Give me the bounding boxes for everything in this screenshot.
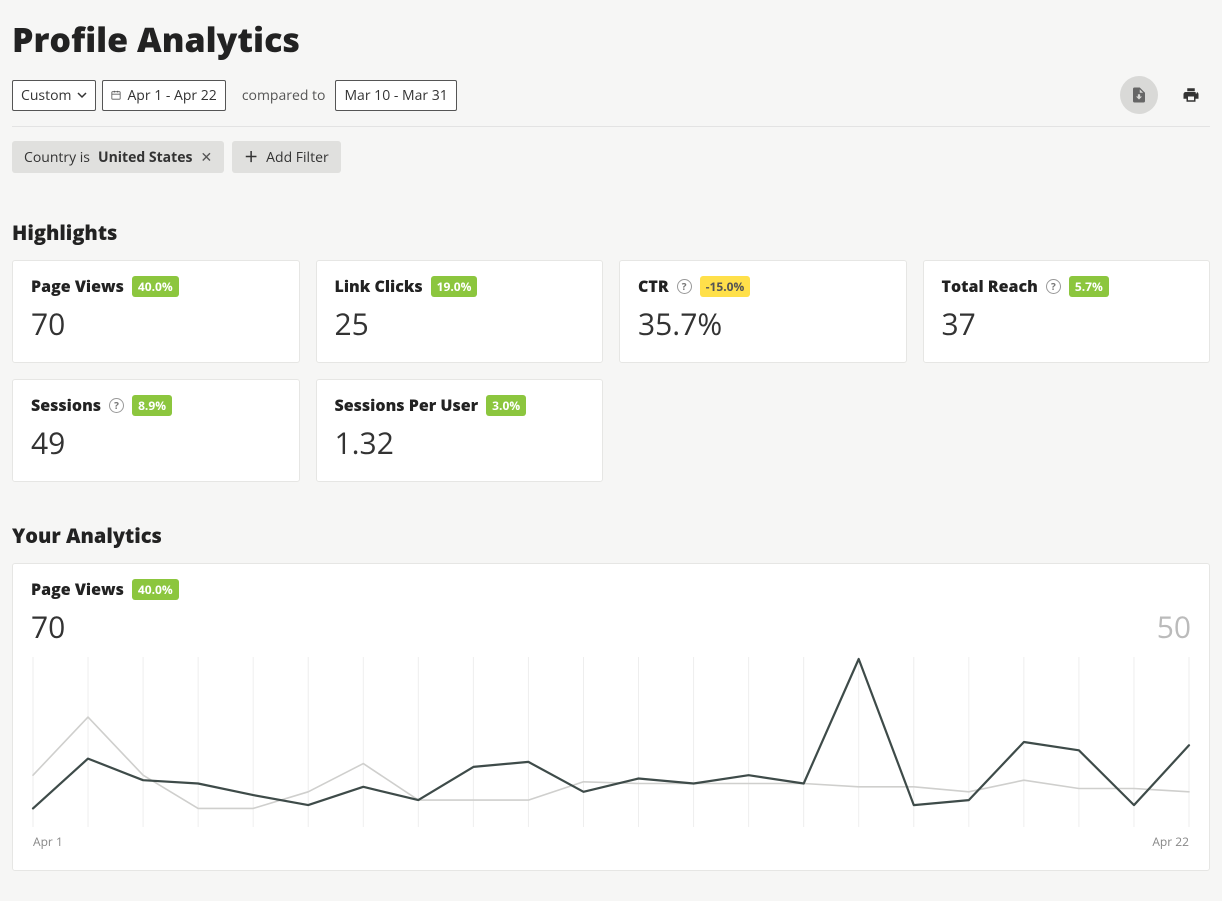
card-total-reach[interactable]: Total Reach ? 5.7% 37 bbox=[923, 260, 1211, 363]
delta-badge: 5.7% bbox=[1069, 276, 1109, 297]
help-icon[interactable]: ? bbox=[109, 398, 124, 413]
date-range-picker[interactable]: Apr 1 - Apr 22 bbox=[102, 80, 225, 111]
help-icon[interactable]: ? bbox=[1046, 279, 1061, 294]
card-page-views[interactable]: Page Views 40.0% 70 bbox=[12, 260, 300, 363]
delta-badge: -15.0% bbox=[700, 276, 751, 297]
close-icon[interactable]: ✕ bbox=[200, 148, 212, 167]
card-title-label: Page Views bbox=[31, 275, 124, 297]
card-link-clicks[interactable]: Link Clicks 19.0% 25 bbox=[316, 260, 604, 363]
chart-x-start: Apr 1 bbox=[33, 833, 63, 850]
date-range-select-label: Custom bbox=[21, 86, 71, 105]
date-range-select[interactable]: Custom bbox=[12, 80, 96, 111]
card-value: 25 bbox=[335, 303, 585, 344]
card-title-label: Total Reach bbox=[942, 275, 1038, 297]
card-sessions[interactable]: Sessions ? 8.9% 49 bbox=[12, 379, 300, 482]
delta-badge: 3.0% bbox=[486, 395, 526, 416]
card-title-label: Sessions Per User bbox=[335, 394, 479, 416]
panel-value-compare: 50 bbox=[1157, 606, 1191, 647]
card-sessions-per-user[interactable]: Sessions Per User 3.0% 1.32 bbox=[316, 379, 604, 482]
card-title-label: Sessions bbox=[31, 394, 101, 416]
delta-badge: 8.9% bbox=[132, 395, 172, 416]
chart-x-end: Apr 22 bbox=[1152, 833, 1189, 850]
filter-chip-country[interactable]: Country is United States ✕ bbox=[12, 141, 224, 173]
card-value: 35.7% bbox=[638, 303, 888, 344]
card-title-label: Link Clicks bbox=[335, 275, 423, 297]
plus-icon: ＋ bbox=[244, 147, 258, 167]
print-icon bbox=[1182, 86, 1200, 104]
page-views-chart[interactable] bbox=[31, 657, 1191, 827]
date-range-value: Apr 1 - Apr 22 bbox=[127, 86, 216, 105]
add-filter-label: Add Filter bbox=[266, 148, 329, 167]
highlights-grid: Page Views 40.0% 70 Link Clicks 19.0% 25… bbox=[12, 260, 1210, 482]
card-value: 37 bbox=[942, 303, 1192, 344]
highlights-heading: Highlights bbox=[12, 219, 1210, 246]
compared-to-label: compared to bbox=[242, 86, 326, 105]
print-button[interactable] bbox=[1172, 76, 1210, 114]
compare-range-value: Mar 10 - Mar 31 bbox=[344, 86, 447, 105]
card-value: 49 bbox=[31, 422, 281, 463]
chevron-down-icon bbox=[77, 90, 87, 100]
delta-badge: 40.0% bbox=[132, 276, 179, 297]
card-ctr[interactable]: CTR ? -15.0% 35.7% bbox=[619, 260, 907, 363]
filter-bar: Country is United States ✕ ＋ Add Filter bbox=[12, 127, 1210, 179]
compare-range-picker[interactable]: Mar 10 - Mar 31 bbox=[335, 80, 456, 111]
help-icon[interactable]: ? bbox=[677, 279, 692, 294]
delta-badge: 40.0% bbox=[132, 579, 179, 600]
filter-chip-prefix: Country is bbox=[24, 148, 90, 167]
page-title: Profile Analytics bbox=[12, 16, 1210, 62]
card-title-label: CTR bbox=[638, 275, 669, 297]
toolbar: Custom Apr 1 - Apr 22 compared to Mar 10… bbox=[12, 76, 1210, 127]
panel-title: Page Views bbox=[31, 578, 124, 600]
panel-value-current: 70 bbox=[31, 606, 179, 647]
analytics-heading: Your Analytics bbox=[12, 522, 1210, 549]
file-download-icon bbox=[1130, 86, 1148, 104]
analytics-panel: Page Views 40.0% 70 50 Apr 1 Apr 22 bbox=[12, 563, 1210, 871]
card-value: 70 bbox=[31, 303, 281, 344]
delta-badge: 19.0% bbox=[431, 276, 478, 297]
card-value: 1.32 bbox=[335, 422, 585, 463]
add-filter-button[interactable]: ＋ Add Filter bbox=[232, 141, 341, 173]
calendar-icon bbox=[111, 90, 121, 100]
export-button[interactable] bbox=[1120, 76, 1158, 114]
filter-chip-value: United States bbox=[98, 148, 192, 167]
